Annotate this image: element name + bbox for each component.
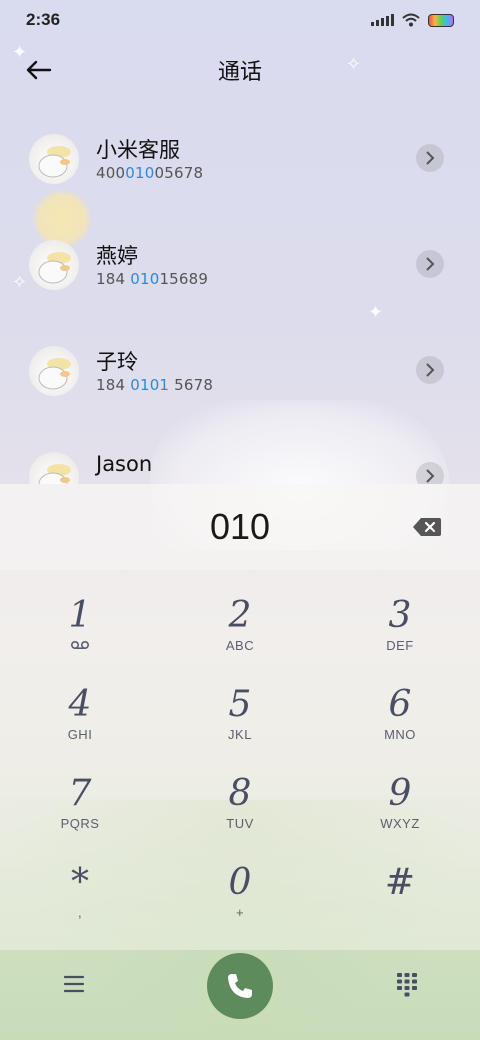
key-letters: WXYZ [380, 816, 420, 831]
contact-avatar [29, 240, 79, 290]
backspace-button[interactable] [412, 516, 442, 538]
key-9[interactable]: 9 WXYZ [345, 772, 455, 852]
key-hash[interactable]: # [345, 861, 455, 941]
key-letters: + [235, 905, 245, 920]
header: 通话 [0, 44, 480, 96]
key-digit: * [71, 862, 89, 903]
backspace-icon [413, 518, 441, 536]
status-icons [371, 13, 454, 27]
contact-item[interactable]: 小米客服 40001005678 [0, 104, 480, 210]
number-match: 0101 [130, 376, 170, 394]
keypad: 1 2 ABC 3 DEF 4 GHI 5 JKL 6 MNO 7 PQRS 8… [0, 570, 480, 950]
contact-item[interactable]: Jason [0, 422, 480, 484]
battery-icon [428, 13, 454, 27]
dialpad-icon [397, 973, 417, 997]
key-digit: # [384, 862, 416, 903]
key-letters: PQRS [60, 816, 100, 831]
number-match: 010 [125, 164, 155, 182]
status-bar: 2:36 [0, 0, 480, 40]
contact-details-button[interactable] [416, 462, 444, 484]
key-digit: 7 [68, 773, 92, 814]
contact-number: 184 01015689 [96, 270, 208, 288]
contact-item[interactable]: 燕婷 184 01015689 [0, 210, 480, 316]
dialpad-toggle-button[interactable] [396, 972, 418, 998]
key-letters: , [77, 905, 83, 920]
contact-name: Jason [96, 452, 153, 476]
number-suffix: 15689 [159, 270, 209, 288]
number-prefix: 400 [96, 164, 126, 182]
contact-name: 小米客服 [96, 138, 180, 162]
key-0[interactable]: 0 + [185, 861, 295, 941]
chevron-right-icon [426, 469, 435, 483]
chevron-right-icon [426, 257, 435, 271]
contact-details-button[interactable] [416, 250, 444, 278]
contact-avatar [29, 346, 79, 396]
phone-icon [228, 974, 252, 998]
key-digit: 6 [388, 684, 412, 725]
key-7[interactable]: 7 PQRS [25, 772, 135, 852]
contact-details-button[interactable] [416, 356, 444, 384]
contact-avatar [29, 452, 79, 484]
chevron-right-icon [426, 363, 435, 377]
contact-name: 燕婷 [96, 244, 138, 268]
contact-number: 40001005678 [96, 164, 203, 182]
key-2[interactable]: 2 ABC [185, 594, 295, 674]
dialed-number-input[interactable]: 010 [0, 506, 480, 548]
number-prefix: 184 [96, 376, 131, 394]
contact-number: 184 0101 5678 [96, 376, 213, 394]
contact-avatar [29, 134, 79, 184]
key-letters: DEF [386, 638, 414, 653]
key-digit: 5 [228, 684, 252, 725]
menu-icon [63, 975, 85, 993]
key-5[interactable]: 5 JKL [185, 683, 295, 763]
key-digit: 2 [228, 595, 252, 636]
wifi-icon [402, 13, 420, 27]
key-star[interactable]: * , [25, 861, 135, 941]
key-8[interactable]: 8 TUV [185, 772, 295, 852]
contact-item[interactable]: 子玲 184 0101 5678 [0, 316, 480, 422]
key-digit: 0 [228, 862, 252, 903]
number-match: 010 [130, 270, 160, 288]
status-time: 2:36 [26, 10, 61, 29]
voicemail-icon [25, 638, 135, 654]
key-digit: 8 [228, 773, 252, 814]
chevron-right-icon [426, 151, 435, 165]
number-suffix: 05678 [154, 164, 204, 182]
call-button[interactable] [207, 953, 273, 1019]
key-letters: ABC [225, 638, 255, 653]
contact-details-button[interactable] [416, 144, 444, 172]
number-suffix: 5678 [169, 376, 214, 394]
key-letters: MNO [384, 727, 416, 742]
bottom-bar [0, 950, 480, 1040]
key-digit: 4 [68, 684, 92, 725]
signal-icon [371, 14, 394, 26]
dial-display: 010 [0, 484, 480, 570]
contact-name: 子玲 [96, 350, 138, 374]
key-digit: 3 [388, 595, 412, 636]
key-digit: 1 [68, 595, 92, 636]
key-3[interactable]: 3 DEF [345, 594, 455, 674]
key-4[interactable]: 4 GHI [25, 683, 135, 763]
key-digit: 9 [388, 773, 412, 814]
menu-button[interactable] [62, 974, 86, 994]
number-prefix: 184 [96, 270, 131, 288]
key-letters: GHI [67, 727, 93, 742]
key-letters: JKL [228, 727, 252, 742]
page-title: 通话 [217, 60, 262, 85]
key-letters: TUV [226, 816, 254, 831]
key-1[interactable]: 1 [25, 594, 135, 674]
contact-suggestion-list: 小米客服 40001005678 燕婷 184 01015689 子玲 184 … [0, 104, 480, 484]
key-6[interactable]: 6 MNO [345, 683, 455, 763]
